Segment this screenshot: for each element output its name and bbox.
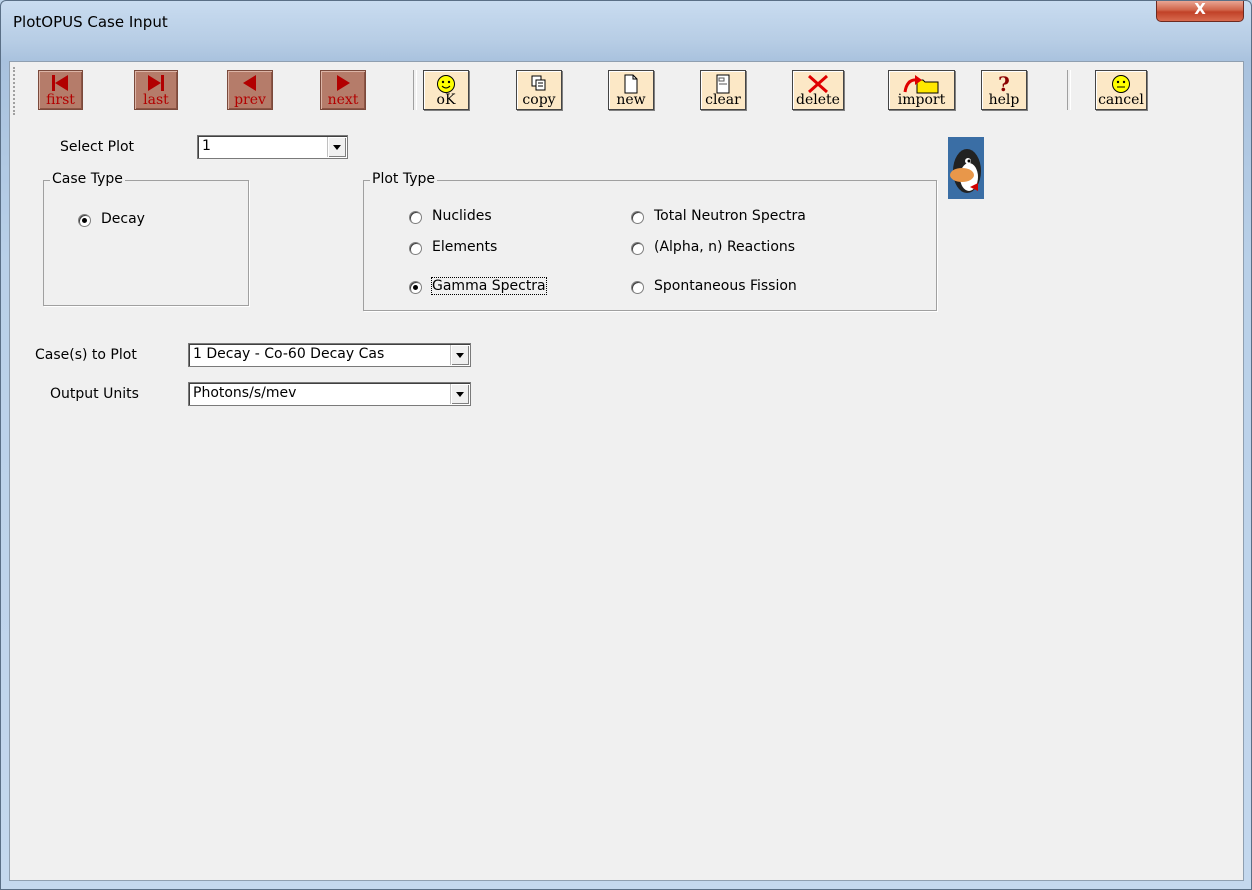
cases-to-plot-label: Case(s) to Plot: [35, 347, 137, 363]
last-button[interactable]: last: [134, 70, 178, 110]
new-label: new: [616, 92, 646, 108]
select-plot-label: Select Plot: [60, 139, 135, 155]
radio-unchecked-icon: [631, 281, 644, 294]
next-button[interactable]: next: [320, 70, 366, 110]
toolbar-separator: [1067, 70, 1071, 110]
new-document-icon: [624, 74, 638, 94]
radio-unchecked-icon: [409, 242, 422, 255]
import-button[interactable]: import: [888, 70, 955, 110]
select-plot-dropdown[interactable]: 1: [197, 135, 348, 159]
radio-label: Spontaneous Fission: [654, 278, 797, 294]
radio-unchecked-icon: [409, 211, 422, 224]
case-type-legend: Case Type: [50, 171, 125, 187]
delete-label: delete: [796, 92, 840, 108]
radio-label: Decay: [101, 211, 145, 227]
window-title: PlotOPUS Case Input: [13, 13, 168, 31]
neutral-face-icon: [1112, 75, 1130, 93]
prev-label: prev: [234, 92, 266, 108]
next-icon: [337, 75, 350, 91]
radio-label: (Alpha, n) Reactions: [654, 239, 796, 255]
first-label: first: [46, 92, 75, 108]
ok-label: oK: [436, 92, 456, 108]
help-button[interactable]: ? help: [981, 70, 1027, 110]
clear-label: clear: [705, 92, 741, 108]
prev-icon: [243, 75, 256, 91]
import-folder-icon: [903, 75, 938, 94]
cancel-button[interactable]: cancel: [1095, 70, 1147, 110]
cancel-label: cancel: [1098, 92, 1144, 108]
plot-type-legend: Plot Type: [370, 171, 437, 187]
last-label: last: [143, 92, 169, 108]
radio-unchecked-icon: [631, 242, 644, 255]
chevron-down-icon[interactable]: [450, 384, 469, 404]
radio-unchecked-icon: [631, 211, 644, 224]
toolbar-separator: [413, 70, 417, 110]
smiley-icon: [437, 75, 455, 93]
help-label: help: [988, 92, 1020, 108]
chevron-down-icon[interactable]: [327, 137, 346, 157]
cases-to-plot-dropdown[interactable]: 1 Decay - Co-60 Decay Cas: [188, 343, 471, 367]
radio-label: Elements: [432, 239, 498, 255]
app-window: PlotOPUS Case Input X first last prev ne…: [0, 0, 1252, 890]
clear-button[interactable]: clear: [700, 70, 746, 110]
chevron-down-icon[interactable]: [450, 345, 469, 365]
ok-button[interactable]: oK: [423, 70, 469, 110]
clear-icon: [716, 74, 730, 94]
prev-button[interactable]: prev: [227, 70, 273, 110]
case-type-group: Case Type Decay: [43, 171, 249, 306]
copy-label: copy: [522, 92, 556, 108]
new-button[interactable]: new: [608, 70, 654, 110]
dialog-body: first last prev next oK copy new clear d…: [9, 61, 1244, 881]
output-units-dropdown[interactable]: Photons/s/mev: [188, 382, 471, 406]
output-units-label: Output Units: [50, 386, 139, 402]
copy-button[interactable]: copy: [516, 70, 562, 110]
title-bar[interactable]: PlotOPUS Case Input X: [1, 0, 1251, 41]
radio-label: Gamma Spectra: [431, 277, 547, 295]
penguin-logo: [948, 137, 984, 199]
delete-button[interactable]: delete: [792, 70, 844, 110]
first-icon: [51, 75, 68, 91]
last-icon: [148, 75, 164, 91]
radio-checked-icon: [409, 281, 422, 294]
plot-type-group: Plot Type Nuclides Elements Gamma Spectr…: [363, 171, 937, 311]
help-question-icon: ?: [998, 74, 1010, 94]
import-label: import: [897, 92, 946, 108]
radio-checked-icon: [78, 214, 91, 227]
next-label: next: [327, 92, 359, 108]
copy-icon: [531, 75, 546, 91]
radio-label: Total Neutron Spectra: [654, 208, 806, 224]
svg-text:?: ?: [998, 74, 1010, 94]
first-button[interactable]: first: [38, 70, 83, 110]
close-icon: X: [1194, 0, 1206, 18]
cases-to-plot-value: 1 Decay - Co-60 Decay Cas: [193, 346, 385, 362]
delete-x-icon: [808, 74, 828, 94]
radio-label: Nuclides: [432, 208, 492, 224]
toolbar-grip[interactable]: [13, 67, 19, 115]
select-plot-value: 1: [202, 138, 211, 154]
close-button[interactable]: X: [1156, 0, 1244, 22]
output-units-value: Photons/s/mev: [193, 385, 297, 401]
